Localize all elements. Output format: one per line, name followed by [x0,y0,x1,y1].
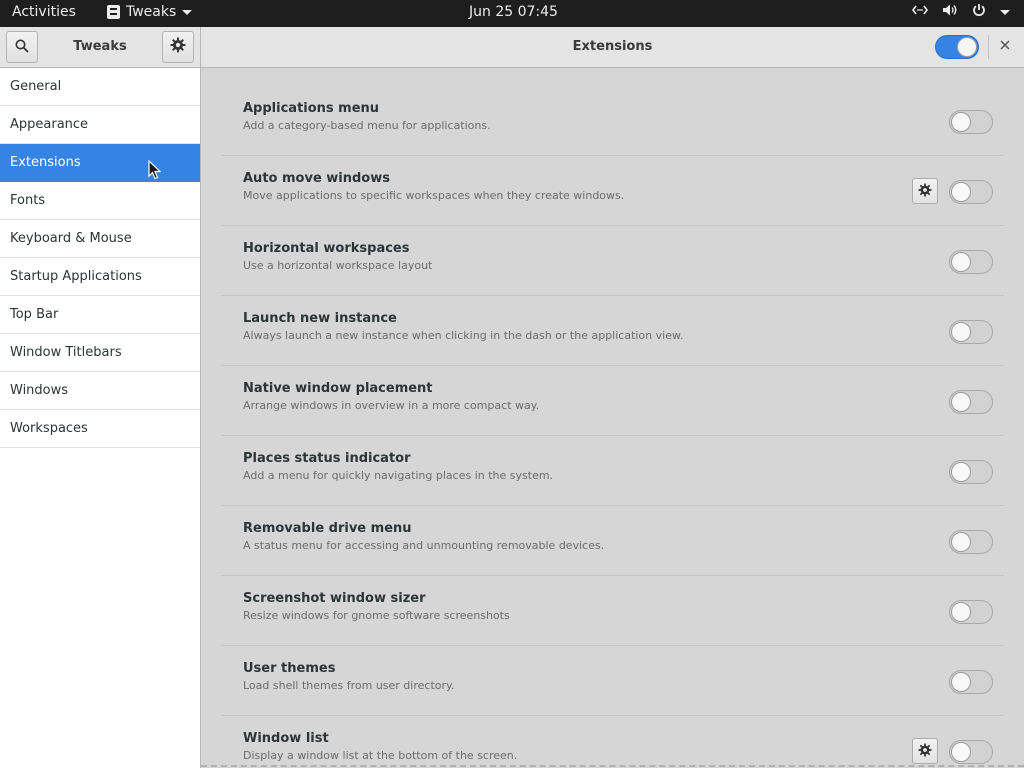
gear-icon [170,37,186,57]
extension-toggle[interactable] [949,110,993,134]
switch-knob [951,602,971,622]
extension-name: Auto move windows [243,171,390,186]
network-icon [912,4,928,20]
page-title: Extensions [572,39,653,54]
switch-knob [951,672,971,692]
volume-icon [942,3,958,21]
activities-button[interactable]: Activities [12,4,76,20]
close-button[interactable] [996,37,1014,55]
extension-description: Add a category-based menu for applicatio… [243,119,491,132]
extension-row-native-window-placement: Native window placement Arrange windows … [221,366,1004,436]
clock[interactable]: Jun 25 07:45 [469,4,558,20]
switch-knob [951,112,971,132]
extension-toggle[interactable] [949,250,993,274]
switch-knob [951,182,971,202]
extension-description: Use a horizontal workspace layout [243,259,433,272]
extension-name: Removable drive menu [243,521,412,536]
extension-name: Applications menu [243,101,380,116]
sidebar-item-fonts[interactable]: Fonts [0,182,200,220]
scroll-edge-indicator [201,765,1024,767]
switch-knob [951,252,971,272]
extension-name: Window list [243,731,329,746]
extension-description: Always launch a new instance when clicki… [243,329,684,342]
mouse-cursor-icon [148,159,162,184]
extension-name: Native window placement [243,381,433,396]
chevron-down-icon [182,9,193,15]
extension-toggle[interactable] [949,530,993,554]
sidebar-item-keyboard-mouse[interactable]: Keyboard & Mouse [0,220,200,258]
sidebar: General Appearance Extensions Fonts Keyb… [0,68,201,768]
search-button[interactable] [6,31,38,63]
switch-knob [951,462,971,482]
extensions-list: Applications menu Add a category-based m… [201,68,1024,768]
close-icon [1000,38,1010,54]
extension-toggle[interactable] [949,740,993,764]
system-tray[interactable] [912,3,1010,21]
power-icon [972,3,986,21]
tweaks-app-icon [107,5,120,19]
gear-icon [918,742,932,761]
extension-row-launch-new-instance: Launch new instance Always launch a new … [221,296,1004,366]
extension-row-applications-menu: Applications menu Add a category-based m… [221,86,1004,156]
extension-description: Display a window list at the bottom of t… [243,749,518,762]
extension-toggle[interactable] [949,180,993,204]
extension-toggle[interactable] [949,390,993,414]
extension-row-window-list: Window list Display a window list at the… [221,716,1004,768]
extension-name: User themes [243,661,336,676]
app-menu[interactable]: Tweaks [107,4,193,20]
extension-row-places-status-indicator: Places status indicator Add a menu for q… [221,436,1004,506]
extension-name: Horizontal workspaces [243,241,410,256]
app-settings-button[interactable] [162,31,194,63]
sidebar-item-startup-applications[interactable]: Startup Applications [0,258,200,296]
extension-name: Places status indicator [243,451,411,466]
extension-row-auto-move-windows: Auto move windows Move applications to s… [221,156,1004,226]
extension-row-horizontal-workspaces: Horizontal workspaces Use a horizontal w… [221,226,1004,296]
switch-knob [951,322,971,342]
sidebar-item-general[interactable]: General [0,68,200,106]
gear-icon [918,182,932,201]
extension-row-user-themes: User themes Load shell themes from user … [221,646,1004,716]
extension-description: Resize windows for gnome software screen… [243,609,510,622]
extension-toggle[interactable] [949,600,993,624]
extension-description: Load shell themes from user directory. [243,679,455,692]
sidebar-item-top-bar[interactable]: Top Bar [0,296,200,334]
system-menu-chevron-icon [1000,9,1010,15]
extension-settings-button[interactable] [912,178,938,204]
extension-description: A status menu for accessing and unmounti… [243,539,605,552]
extension-settings-button[interactable] [912,738,938,764]
switch-knob [957,37,977,57]
sidebar-item-extensions[interactable]: Extensions [0,144,200,182]
app-menu-label: Tweaks [126,4,177,20]
window-header: Tweaks Extensions [0,27,1024,68]
sidebar-title: Tweaks [73,39,127,54]
header-separator [988,35,989,59]
extension-name: Screenshot window sizer [243,591,426,606]
top-bar: Activities Tweaks Jun 25 07:45 [0,0,1024,27]
search-icon [15,38,29,57]
switch-knob [951,742,971,762]
switch-knob [951,532,971,552]
extension-toggle[interactable] [949,460,993,484]
extension-toggle[interactable] [949,320,993,344]
extension-description: Arrange windows in overview in a more co… [243,399,540,412]
extension-row-removable-drive-menu: Removable drive menu A status menu for a… [221,506,1004,576]
extension-row-screenshot-window-sizer: Screenshot window sizer Resize windows f… [221,576,1004,646]
sidebar-item-window-titlebars[interactable]: Window Titlebars [0,334,200,372]
sidebar-item-appearance[interactable]: Appearance [0,106,200,144]
sidebar-header: Tweaks [0,27,201,67]
sidebar-item-windows[interactable]: Windows [0,372,200,410]
extension-toggle[interactable] [949,670,993,694]
extension-description: Move applications to specific workspaces… [243,189,625,202]
switch-knob [951,392,971,412]
extension-description: Add a menu for quickly navigating places… [243,469,554,482]
extensions-master-switch[interactable] [935,35,979,59]
sidebar-item-workspaces[interactable]: Workspaces [0,410,200,448]
extension-name: Launch new instance [243,311,397,326]
